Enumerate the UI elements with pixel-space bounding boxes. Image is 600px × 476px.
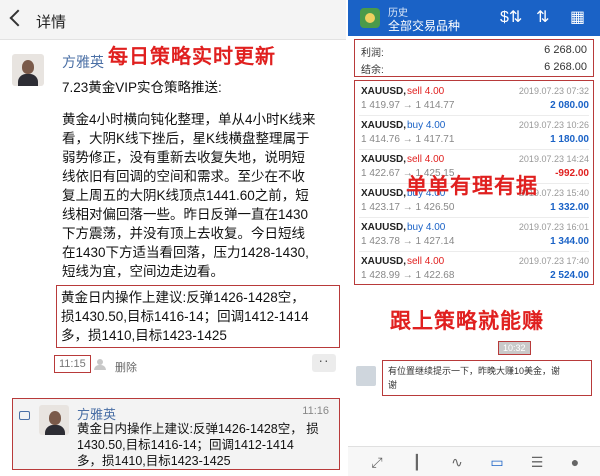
- trade-profit: 1 332.00: [550, 202, 589, 213]
- advice-line: 损1430.50,目标1416-14；回调1412-1414: [61, 309, 309, 324]
- trade-side: buy 4.00: [407, 120, 446, 131]
- candlestick-icon[interactable]: ┃: [408, 453, 426, 471]
- summary-profit: 利润: 6 268.00: [361, 44, 587, 59]
- trade-datetime: 2019.07.23 17:40: [518, 256, 589, 266]
- advice-line: 黄金日内操作上建议:反弹1426-1428空，: [61, 290, 305, 305]
- reply-line: 多，损1410,目标1423-1425: [77, 454, 231, 468]
- trade-profit: -992.00: [555, 168, 589, 179]
- summary-label: 结余:: [361, 65, 384, 76]
- post-time: 11:15: [54, 355, 91, 373]
- trade-prices: 1 423.78 → 1 427.14: [361, 236, 455, 247]
- post-body-line: 线依旧有回调的空间和需求。至少在不收: [62, 169, 305, 184]
- reply-line: 1430.50,目标1416-14；回调1412-1414: [77, 438, 294, 452]
- post-body-line: 黄金4小时横向钝化整理，单从4小时K线来: [62, 112, 316, 127]
- trade-prices: 1 414.76 → 1 417.71: [361, 134, 455, 145]
- trend-icon[interactable]: ∿: [448, 453, 466, 471]
- trade-side: sell 4.00: [407, 86, 445, 97]
- trade-profit: 2 524.00: [550, 270, 589, 281]
- symbol-filter[interactable]: 全部交易品种: [388, 17, 460, 34]
- trade-prices: 1 423.17 → 1 426.50: [361, 202, 455, 213]
- summary-value: 6 268.00: [544, 61, 587, 73]
- post-heading: 7.23黄金VIP实仓策略推送:: [62, 80, 222, 95]
- reply-comment: 方雅英 11:16 黄金日内操作上建议:反弹1426-1428空， 损 1430…: [12, 398, 340, 470]
- avatar[interactable]: [39, 405, 69, 435]
- overlay-caption: 每日策略实时更新: [108, 46, 276, 68]
- trade-row[interactable]: XAUUSD, buy 4.00 1 423.78 → 1 427.14 201…: [359, 219, 589, 252]
- chat-detail-panel: 详情 方雅英 每日策略实时更新 7.23黄金VIP实仓策略推送: 黄金4小时横向…: [0, 0, 346, 476]
- calendar-icon[interactable]: ▦: [570, 8, 585, 28]
- sort-icon[interactable]: ⇅: [536, 8, 549, 28]
- post-body-line: 复上周五的大阴K线顶点1441.60之前，短: [62, 188, 309, 203]
- trade-side: buy 4.00: [407, 222, 446, 233]
- summary-balance: 结余: 6 268.00: [361, 61, 587, 76]
- trade-row[interactable]: XAUUSD, sell 4.00 1 428.99 → 1 422.68 20…: [359, 253, 589, 286]
- people-icon: [93, 359, 107, 370]
- trade-symbol: XAUUSD,: [361, 120, 407, 131]
- trade-symbol: XAUUSD,: [361, 256, 407, 267]
- page-title: 详情: [36, 14, 67, 31]
- advice-line: 多，损1410,目标1423-1425: [61, 328, 227, 343]
- trade-row[interactable]: XAUUSD, buy 4.00 1 414.76 → 1 417.71 201…: [359, 117, 589, 150]
- trade-prices: 1 428.99 → 1 422.68: [361, 270, 455, 281]
- post-body-line: 看，大阴K线下挫后，星K线横盘整理属于: [62, 131, 310, 146]
- trade-symbol: XAUUSD,: [361, 188, 407, 199]
- post-body-line: 弱势修正，没有重新去收复失地，说明短: [62, 150, 305, 165]
- post-body: 黄金4小时横向钝化整理，单从4小时K线来 看，大阴K线下挫后，星K线横盘整理属于…: [62, 110, 344, 281]
- comment-icon: [19, 411, 30, 420]
- avatar[interactable]: [356, 366, 376, 386]
- chevron-left-icon[interactable]: [9, 9, 27, 27]
- trade-datetime: 2019.07.23 16:01: [518, 222, 589, 232]
- trade-symbol: XAUUSD,: [361, 86, 407, 97]
- author-name[interactable]: 方雅英: [62, 52, 104, 72]
- inbox-icon[interactable]: ▭: [488, 453, 506, 471]
- account-summary: 利润: 6 268.00 结余: 6 268.00: [354, 39, 594, 77]
- trade-datetime: 2019.07.23 10:26: [518, 120, 589, 130]
- more-button[interactable]: ··: [312, 353, 336, 372]
- chat-message: 有位置继续提示一下，昨晚大赚10美金，谢 谢: [382, 360, 592, 396]
- trade-symbol: XAUUSD,: [361, 222, 407, 233]
- trade-side: sell 4.00: [407, 154, 445, 165]
- trade-prices: 1 419.97 → 1 414.77: [361, 100, 455, 111]
- trade-profit: 1 180.00: [550, 134, 589, 145]
- post-body-line: 下方震荡，并没有顶上去收复。今日短线: [62, 226, 305, 241]
- trading-history-panel: 历史 全部交易品种 $⇅ ⇅ ▦ 利润: 6 268.00 结余: 6 268.…: [348, 0, 600, 476]
- trade-profit: 1 344.00: [550, 236, 589, 247]
- trade-datetime: 2019.07.23 14:24: [518, 154, 589, 164]
- chat-time: 10:32: [498, 341, 531, 355]
- trade-side: sell 4.00: [407, 256, 445, 267]
- reply-text: 黄金日内操作上建议:反弹1426-1428空， 损 1430.50,目标1416…: [77, 421, 319, 469]
- summary-label: 利润:: [361, 48, 384, 59]
- overlay-caption-bottom: 跟上策略就能赚: [390, 310, 544, 333]
- post-body-line: 线相对偏回落一些。昨日反弹一直在1430: [62, 207, 309, 222]
- chat-line: 谢: [388, 380, 398, 390]
- history-header: 历史 全部交易品种 $⇅ ⇅ ▦: [348, 0, 600, 36]
- summary-value: 6 268.00: [544, 44, 587, 56]
- chat-icon[interactable]: ●: [566, 453, 584, 471]
- trade-profit: 2 080.00: [550, 100, 589, 111]
- news-icon[interactable]: ☰: [528, 453, 546, 471]
- overlay-caption-middle: 单单有理有据: [406, 175, 538, 198]
- reply-time: 11:16: [302, 405, 329, 417]
- bottom-nav: ⤢ ┃ ∿ ▭ ☰ ●: [348, 446, 600, 476]
- post-body-line: 在1430下方适当看回落，压力1428-1430,: [62, 245, 309, 260]
- post-body-line: 短线为宜，空间边走边看。: [62, 264, 224, 279]
- app-logo-icon: [360, 8, 380, 28]
- delete-link[interactable]: 删除: [115, 359, 137, 375]
- chart-icon[interactable]: ⤢: [368, 453, 386, 471]
- avatar[interactable]: [12, 54, 44, 86]
- trade-advice-box: 黄金日内操作上建议:反弹1426-1428空， 损1430.50,目标1416-…: [56, 285, 340, 348]
- detail-topbar: 详情: [0, 0, 346, 40]
- reply-line: 黄金日内操作上建议:反弹1426-1428空， 损: [77, 422, 319, 436]
- trade-datetime: 2019.07.23 07:32: [518, 86, 589, 96]
- trade-row[interactable]: XAUUSD, sell 4.00 1 419.97 → 1 414.77 20…: [359, 83, 589, 116]
- currency-sort-icon[interactable]: $⇅: [500, 8, 522, 28]
- chat-line: 有位置继续提示一下，昨晚大赚10美金，谢: [388, 366, 561, 376]
- trade-symbol: XAUUSD,: [361, 154, 407, 165]
